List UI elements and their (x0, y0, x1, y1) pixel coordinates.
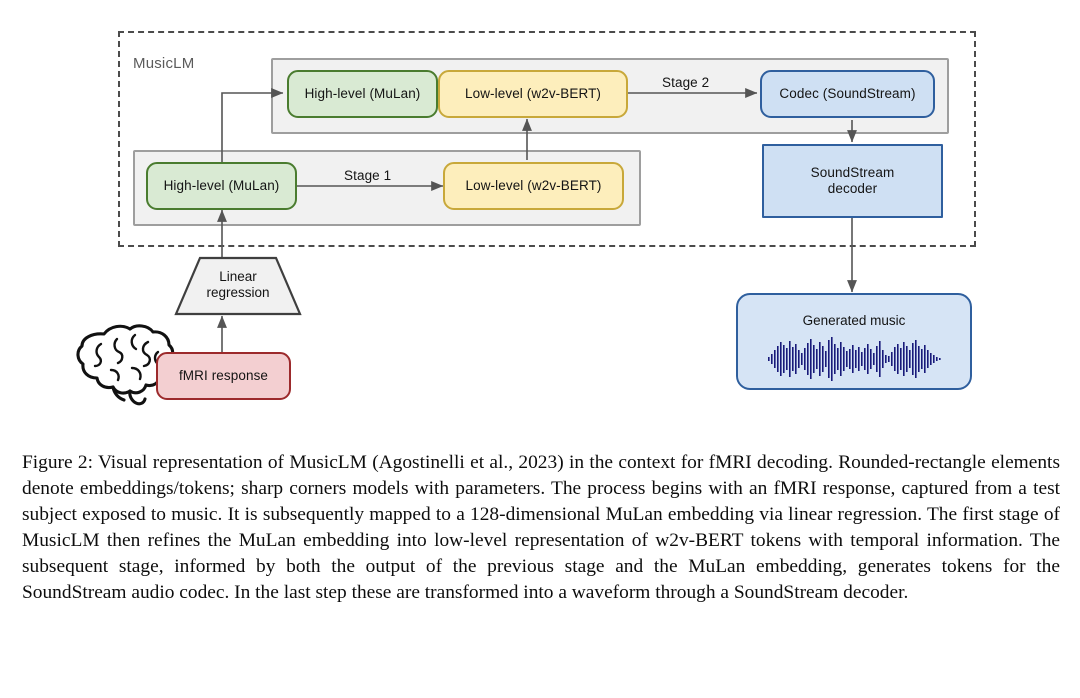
node-bottom-high-level[interactable]: High-level (MuLan) (146, 162, 297, 210)
generated-music-label: Generated music (802, 313, 906, 328)
linear-regression-label: Linear regression (206, 269, 270, 301)
node-top-low-level[interactable]: Low-level (w2v-BERT) (438, 70, 628, 118)
figure-caption-label: Figure 2: (22, 452, 94, 473)
audio-waveform-icon (768, 337, 941, 381)
diagram-figure: MusicLM High-level (MuLan) Low-level (w2… (0, 0, 1080, 438)
edge-label-stage2: Stage 2 (662, 75, 710, 90)
node-soundstream-decoder[interactable]: SoundStream decoder (762, 144, 943, 218)
figure-page: MusicLM High-level (MuLan) Low-level (w2… (0, 0, 1080, 698)
node-codec-soundstream[interactable]: Codec (SoundStream) (760, 70, 935, 118)
node-top-high-level[interactable]: High-level (MuLan) (287, 70, 438, 118)
node-fmri-response[interactable]: fMRI response (156, 352, 291, 400)
figure-caption-text: Visual representation of MusicLM (Agosti… (22, 452, 1060, 604)
node-bottom-low-level[interactable]: Low-level (w2v-BERT) (443, 162, 624, 210)
figure-caption: Figure 2: Visual representation of Music… (22, 450, 1060, 607)
edge-label-stage1: Stage 1 (344, 168, 392, 183)
